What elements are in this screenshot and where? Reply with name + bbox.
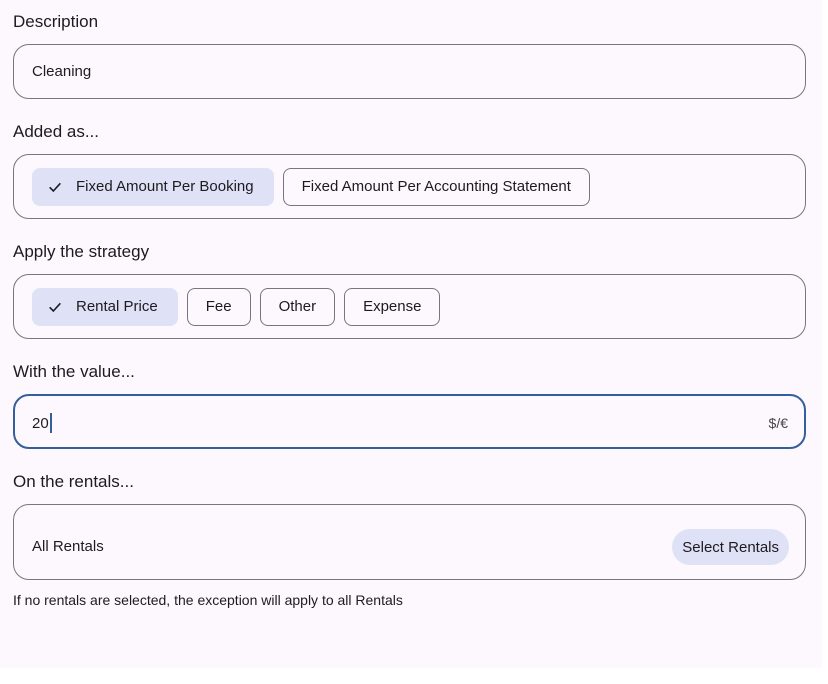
chip-label: Fixed Amount Per Booking	[76, 178, 254, 195]
chip-label: Other	[278, 298, 317, 315]
description-label: Description	[13, 12, 99, 31]
value-input[interactable]: 20 $/€	[13, 394, 806, 449]
chip-fee[interactable]: Fee	[186, 287, 251, 326]
currency-suffix: $/€	[768, 415, 788, 431]
chip-label: Rental Price	[76, 298, 158, 315]
text-caret	[49, 413, 52, 433]
select-rentals-button[interactable]: Select Rentals	[672, 529, 789, 565]
check-icon	[49, 182, 61, 192]
chip-label: Fixed Amount Per Accounting Statement	[301, 178, 571, 195]
value-label: With the value...	[13, 362, 135, 381]
strategy-label: Apply the strategy	[13, 242, 150, 261]
rentals-label: On the rentals...	[13, 472, 134, 491]
value-text: 20	[32, 414, 49, 432]
value-input-text[interactable]: 20	[32, 413, 52, 433]
chip-fixed-amount-per-accounting-statement[interactable]: Fixed Amount Per Accounting Statement	[282, 167, 590, 206]
rentals-field: All Rentals Select Rentals	[13, 504, 806, 580]
chip-label: Fee	[205, 298, 232, 315]
chip-label: Expense	[363, 298, 422, 315]
rentals-helper-text: If no rentals are selected, the exceptio…	[13, 592, 403, 608]
description-field[interactable]: Cleaning	[13, 44, 806, 99]
chip-rental-price[interactable]: Rental Price	[32, 287, 178, 326]
chip-fixed-amount-per-booking[interactable]: Fixed Amount Per Booking	[32, 167, 274, 206]
chip-expense[interactable]: Expense	[344, 287, 441, 326]
rentals-value: All Rentals	[32, 538, 104, 555]
added-as-label: Added as...	[13, 122, 100, 141]
form-panel: Description Cleaning Added as... Fixed A…	[0, 0, 822, 668]
check-icon	[49, 302, 61, 312]
description-value[interactable]: Cleaning	[32, 63, 91, 80]
added-as-chip-group: Fixed Amount Per Booking Fixed Amount Pe…	[13, 154, 806, 219]
strategy-chip-group: Rental Price Fee Other Expense	[13, 274, 806, 339]
chip-other[interactable]: Other	[259, 287, 336, 326]
